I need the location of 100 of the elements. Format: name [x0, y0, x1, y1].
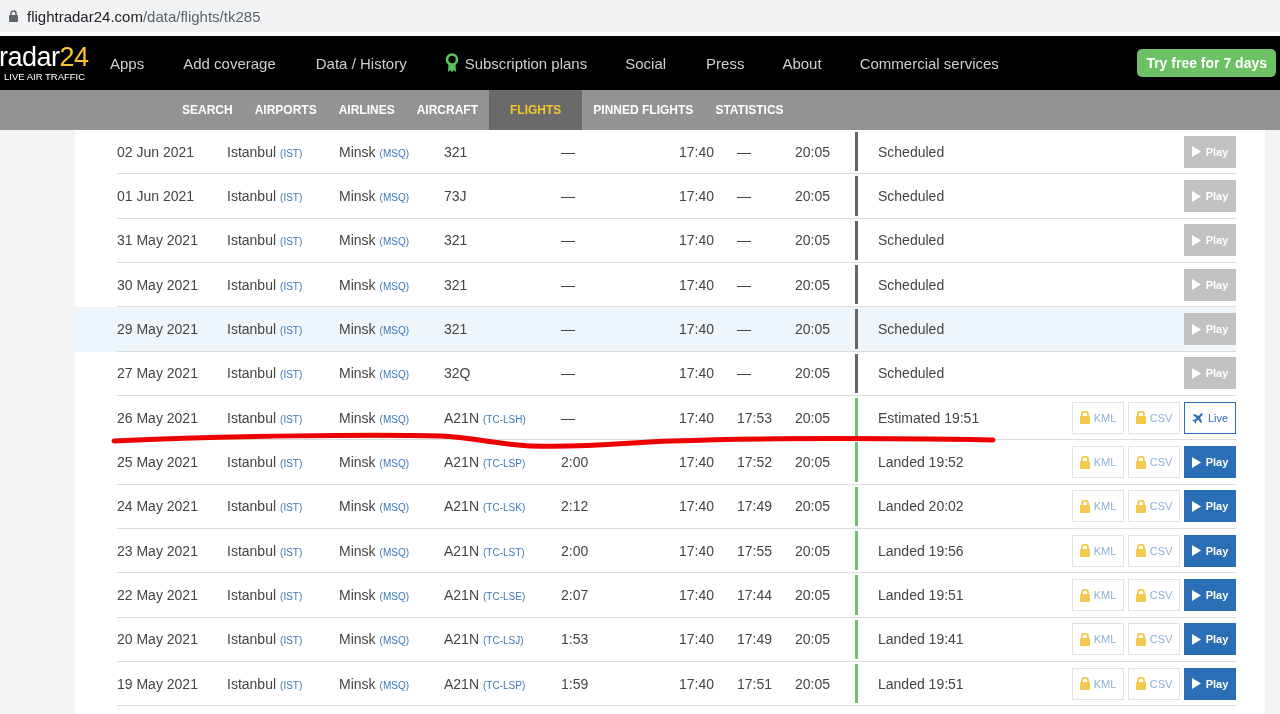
download-button[interactable]: CSV: [1128, 446, 1180, 479]
subnav-tab[interactable]: AIRCRAFT: [405, 90, 490, 130]
subnav-tab[interactable]: AIRLINES: [327, 90, 406, 130]
lock-icon: [1135, 455, 1146, 469]
actual-departure-cell: —: [737, 321, 751, 338]
nav-link[interactable]: Data / History: [315, 54, 407, 72]
arrival-time-cell: 20:05: [795, 188, 831, 204]
download-button[interactable]: KML: [1072, 490, 1124, 523]
play-button[interactable]: Play: [1184, 446, 1236, 479]
nav-link[interactable]: Social: [625, 54, 667, 72]
download-button[interactable]: CSV: [1128, 490, 1180, 523]
destination-cell: Minsk (MSQ): [339, 675, 409, 692]
aircraft-cell: 321: [444, 143, 468, 160]
lock-icon: [1079, 677, 1090, 691]
status-cell: Landed 20:02: [878, 498, 964, 515]
live-button[interactable]: Live: [1184, 401, 1236, 434]
actual-departure-cell: —: [737, 188, 751, 204]
play-icon: [1191, 456, 1201, 468]
aircraft-cell: A21N (TC-LST): [444, 542, 525, 559]
departure-time-cell: 17:40: [679, 587, 715, 604]
download-button[interactable]: KML: [1072, 401, 1124, 434]
lock-icon: [1079, 632, 1090, 646]
subnav-tab[interactable]: SEARCH: [171, 90, 244, 130]
date-cell-text: 25 May 2021: [117, 454, 199, 471]
origin-cell: Istanbul (IST): [227, 276, 303, 293]
url-field[interactable]: flightradar24.com/data/flights/tk285: [27, 7, 261, 25]
subnav-tab[interactable]: FLIGHTS: [489, 90, 583, 130]
nav-link[interactable]: About: [782, 54, 822, 72]
nav-link[interactable]: Commercial services: [859, 54, 999, 72]
play-button[interactable]: Play: [1184, 667, 1236, 700]
trial-button[interactable]: Try free for 7 days: [1137, 49, 1276, 77]
departure-time-cell: 17:40: [679, 498, 715, 515]
play-icon: [1191, 279, 1201, 291]
download-button[interactable]: CSV: [1128, 579, 1180, 612]
nav-link[interactable]: Add coverage: [183, 54, 276, 72]
actual-departure-cell: —: [737, 232, 751, 249]
departure-time-cell: 17:40: [679, 143, 715, 160]
download-button[interactable]: KML: [1072, 534, 1124, 567]
origin-cell: Istanbul (IST): [227, 365, 303, 382]
logo-wordmark[interactable]: radar24: [0, 44, 88, 71]
actual-departure-cell: 17:49: [737, 631, 773, 648]
destination-cell: Minsk (MSQ): [339, 188, 409, 204]
destination-cell: Minsk (MSQ): [339, 232, 409, 249]
subnav-tab[interactable]: AIRPORTS: [243, 90, 328, 130]
actual-departure-cell: 17:51: [737, 675, 773, 692]
play-button[interactable]: Play: [1184, 579, 1236, 612]
arrival-time-cell: 20:05: [795, 675, 831, 692]
lock-icon: [1079, 544, 1090, 558]
date-cell-text: 27 May 2021: [117, 365, 199, 382]
play-button[interactable]: Play: [1184, 490, 1236, 523]
departure-time-cell: 17:40: [679, 232, 715, 249]
play-icon: [1191, 678, 1201, 690]
nav-link[interactable]: Subscription plans: [444, 53, 588, 73]
destination-cell: Minsk (MSQ): [339, 454, 409, 471]
arrival-time-cell: 20:05: [795, 631, 831, 648]
duration-cell: 2:07: [561, 587, 589, 604]
arrival-time-cell: 20:05: [795, 587, 831, 604]
download-button[interactable]: KML: [1072, 446, 1124, 479]
download-button[interactable]: CSV: [1128, 401, 1180, 434]
download-button[interactable]: KML: [1072, 579, 1124, 612]
arrival-time-cell: 20:05: [795, 542, 831, 559]
status-cell: Landed 19:41: [878, 631, 964, 648]
status-cell: Scheduled: [878, 276, 945, 293]
departure-time-cell: 17:40: [679, 675, 715, 692]
download-button[interactable]: CSV: [1128, 623, 1180, 656]
play-button[interactable]: Play: [1184, 534, 1236, 567]
origin-cell: Istanbul (IST): [227, 143, 303, 160]
date-cell-text: 19 May 2021: [117, 675, 199, 692]
departure-time-cell: 17:40: [679, 365, 715, 382]
actual-departure-cell: 17:55: [737, 542, 773, 559]
aircraft-cell: 321: [444, 321, 468, 338]
play-icon: [1191, 146, 1201, 158]
status-cell: Landed 19:51: [878, 587, 964, 604]
arrival-time-cell: 20:05: [795, 321, 831, 338]
logo-tagline: LIVE AIR TRAFFIC: [4, 71, 87, 82]
download-button[interactable]: CSV: [1128, 534, 1180, 567]
duration-cell: —: [561, 365, 575, 382]
actual-departure-cell: —: [737, 365, 751, 382]
lock-icon: [1135, 544, 1146, 558]
departure-time-cell: 17:40: [679, 188, 715, 204]
subnav-tab[interactable]: PINNED FLIGHTS: [582, 90, 705, 130]
lock-icon: [1079, 455, 1090, 469]
play-icon: [1191, 367, 1201, 379]
play-button[interactable]: Play: [1184, 623, 1236, 656]
duration-cell: —: [561, 321, 575, 338]
subnav-tab[interactable]: STATISTICS: [704, 90, 795, 130]
nav-link[interactable]: Apps: [110, 54, 145, 72]
aircraft-cell: 73J: [444, 188, 467, 204]
nav-link[interactable]: Press: [706, 54, 745, 72]
aircraft-cell: A21N (TC-LSP): [444, 675, 526, 692]
date-cell-text: 22 May 2021: [117, 587, 199, 604]
departure-time-cell: 17:40: [679, 276, 715, 293]
origin-cell: Istanbul (IST): [227, 542, 303, 559]
download-button[interactable]: CSV: [1128, 667, 1180, 700]
departure-time-cell: 17:40: [679, 542, 715, 559]
actual-departure-cell: 17:44: [737, 587, 773, 604]
lock-icon: [1135, 411, 1146, 425]
download-button[interactable]: KML: [1072, 667, 1124, 700]
download-button[interactable]: KML: [1072, 623, 1124, 656]
duration-cell: —: [561, 276, 575, 293]
